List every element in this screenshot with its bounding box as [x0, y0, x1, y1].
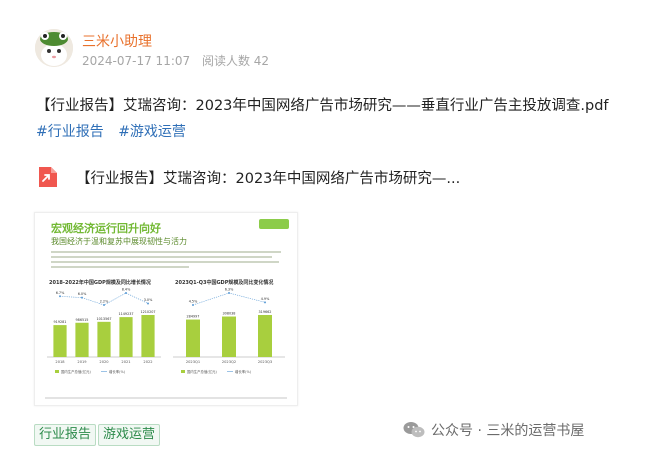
bar	[258, 315, 272, 357]
bar-label: 1210207	[140, 310, 155, 314]
thumbnail-footer	[45, 397, 287, 399]
legend-swatch	[181, 370, 185, 373]
attachment-row[interactable]: 【行业报告】艾瑞咨询：2023年中国网络广告市场研究—...	[36, 166, 460, 188]
growth-line	[192, 292, 266, 306]
bar-label: 919281	[54, 320, 67, 324]
tick-label: 2023Q1	[186, 360, 200, 364]
post-hashtags: #行业报告 #游戏运营	[36, 121, 196, 141]
wechat-icon	[403, 422, 425, 438]
chart-2: 284997 2023Q1 4.5% 308038 2023Q2 6.3% 319662 20…	[173, 288, 285, 374]
bar-label: 284997	[187, 315, 200, 319]
thumbnail-subheading: 我国经济于温和复苏中展现韧性与活力	[51, 237, 187, 246]
footer-text: 公众号 · 三米的运营书屋	[431, 423, 585, 439]
bar	[75, 322, 89, 357]
bar-label: 1149237	[118, 312, 133, 316]
tag-button[interactable]: 行业报告	[34, 424, 97, 446]
line-label: 8.4%	[122, 288, 131, 292]
post-title: 【行业报告】艾瑞咨询：2023年中国网络广告市场研究——垂直行业广告主投放调查.…	[36, 98, 609, 114]
chart-1: 919281 2018 6.7% 986515 2019 6.0% 1013567 2020 2…	[47, 288, 161, 374]
legend-label: 国内生产总值(亿元)	[61, 369, 91, 374]
reader-count: 阅读人数 42	[201, 54, 270, 68]
bar	[141, 315, 155, 357]
bar	[222, 316, 236, 357]
attachment-title[interactable]: 【行业报告】艾瑞咨询：2023年中国网络广告市场研究—...	[76, 167, 460, 188]
footer-watermark: 公众号 · 三米的运营书屋	[403, 420, 584, 440]
line-label: 6.3%	[225, 288, 234, 292]
tick-label: 2022	[143, 360, 152, 364]
thumbnail-body-text	[51, 251, 281, 271]
line-label: 3.0%	[144, 298, 153, 302]
bar-label: 308038	[223, 312, 236, 316]
growth-point	[103, 304, 105, 306]
hashtag[interactable]: #游戏运营	[118, 124, 186, 140]
post-date: 2024-07-17 11:07	[82, 54, 191, 68]
legend-label: 增长率(%)	[235, 369, 252, 374]
growth-point	[228, 292, 230, 294]
report-thumbnail[interactable]: 宏观经济运行回升向好 我国经济于温和复苏中展现韧性与活力 2018-2022年中…	[34, 212, 298, 406]
tag-button[interactable]: 游戏运营	[98, 424, 161, 446]
line-label: 6.7%	[56, 291, 65, 295]
legend-swatch	[55, 370, 59, 373]
growth-point	[81, 296, 83, 299]
hashtag[interactable]: #行业报告	[36, 124, 104, 140]
bar	[53, 325, 67, 357]
share-pdf-icon	[36, 166, 58, 188]
bar	[97, 321, 111, 357]
growth-point	[192, 304, 194, 306]
tick-label: 2023Q2	[222, 360, 236, 364]
bar-label: 1013567	[96, 317, 111, 321]
line-label: 6.0%	[78, 292, 87, 296]
line-label: 4.5%	[189, 300, 198, 304]
bar	[186, 319, 200, 357]
growth-point	[125, 292, 127, 294]
chart-title-2: 2023Q1-Q3中国GDP规模及同比变化情况	[175, 280, 274, 286]
chart-title-1: 2018-2022年中国GDP规模及同比增长情况	[49, 280, 151, 286]
tick-label: 2018	[55, 360, 65, 364]
growth-point	[264, 301, 266, 304]
legend-label: 国内生产总值(亿元)	[187, 369, 217, 374]
thumbnail-heading: 宏观经济运行回升向好	[51, 222, 161, 235]
growth-point	[59, 295, 61, 298]
tick-label: 2023Q3	[258, 360, 272, 364]
tick-label: 2020	[99, 360, 109, 364]
bar	[119, 317, 133, 357]
post-meta: 2024-07-17 11:07 阅读人数 42	[82, 52, 277, 69]
legend-label: 增长率(%)	[109, 369, 126, 374]
author-name[interactable]: 三米小助理	[82, 31, 152, 51]
bar-label: 319662	[259, 310, 272, 314]
report-logo	[259, 219, 289, 229]
growth-point	[147, 302, 149, 305]
avatar[interactable]	[35, 29, 73, 67]
tick-label: 2019	[77, 360, 87, 364]
tick-label: 2021	[121, 360, 130, 364]
bar-label: 986515	[76, 318, 89, 322]
line-label: 4.9%	[261, 297, 270, 301]
